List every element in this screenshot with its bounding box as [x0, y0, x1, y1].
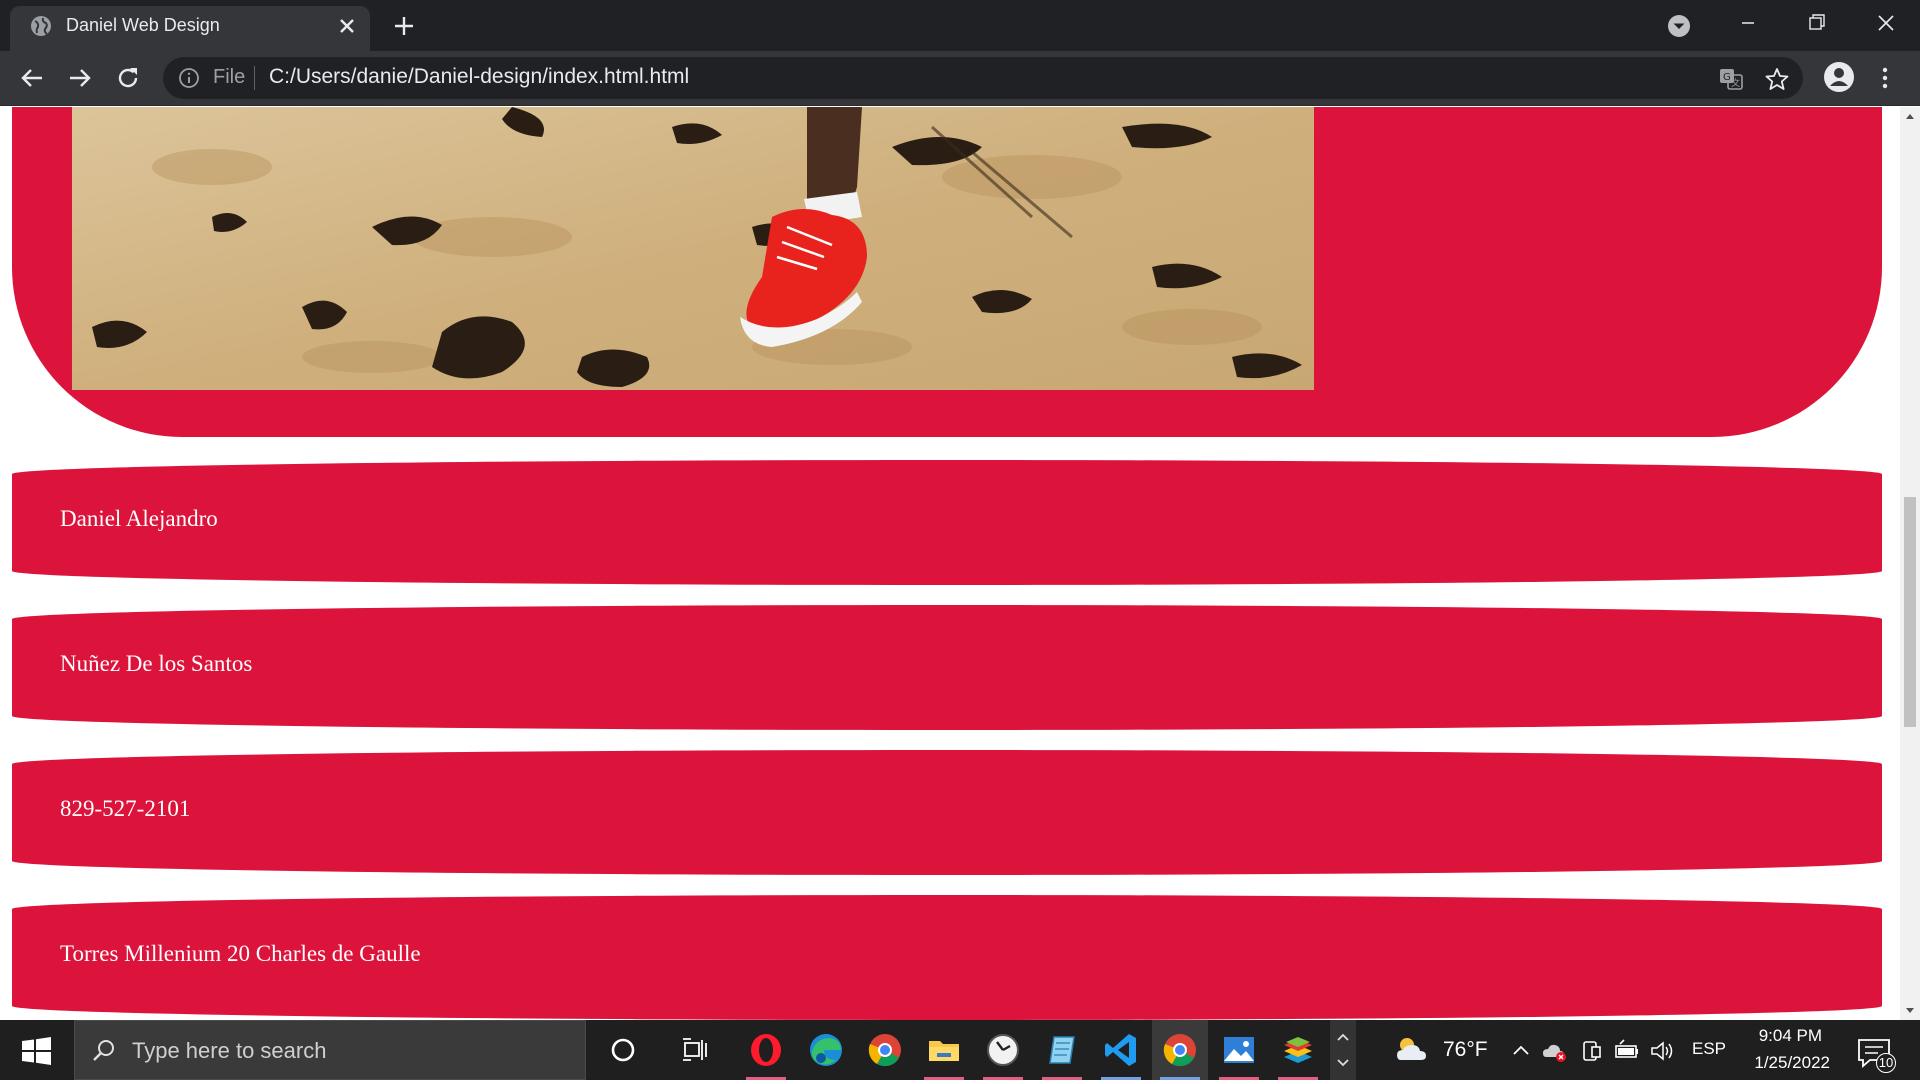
clock-app-icon[interactable]	[983, 1030, 1023, 1070]
edge-icon[interactable]	[806, 1030, 846, 1070]
runner-sneaker-image	[72, 107, 1314, 390]
bookmark-star-icon[interactable]	[1764, 66, 1790, 92]
browser-toolbar: File C:/Users/danie/Daniel-design/index.…	[0, 51, 1920, 106]
input-language[interactable]: ESP	[1692, 1039, 1726, 1059]
phone-text: 829-527-2101	[60, 796, 191, 821]
opera-icon[interactable]	[746, 1030, 786, 1070]
weather-partly-cloudy-icon[interactable]	[1393, 1034, 1429, 1064]
volume-icon[interactable]	[1649, 1038, 1675, 1064]
address-scheme-label: File	[213, 66, 246, 88]
windows-start-icon[interactable]	[14, 1036, 58, 1066]
first-name-text: Daniel Alejandro	[60, 506, 218, 531]
taskbar-overflow[interactable]	[1330, 1020, 1356, 1080]
restore-icon[interactable]	[1798, 8, 1834, 38]
close-window-icon[interactable]	[1868, 8, 1904, 38]
address-text: Torres Millenium 20 Charles de Gaulle	[60, 941, 421, 966]
taskbar-search-box[interactable]: Type here to search	[74, 1020, 586, 1080]
chrome-icon[interactable]	[865, 1030, 905, 1070]
page-viewport[interactable]: Daniel Alejandro Nuñez De los Santos 829…	[0, 107, 1900, 1020]
menu-kebab-icon[interactable]	[1875, 63, 1895, 93]
browser-tab[interactable]: Daniel Web Design	[10, 6, 370, 51]
onedrive-error-icon[interactable]	[1541, 1038, 1567, 1064]
browser-tab-strip: Daniel Web Design	[0, 0, 1920, 51]
scroll-thumb[interactable]	[1904, 497, 1916, 727]
weather-temperature[interactable]: 76°F	[1443, 1038, 1488, 1062]
profile-avatar-icon[interactable]	[1823, 61, 1855, 93]
svg-text:文: 文	[1731, 77, 1740, 89]
new-tab-icon[interactable]	[390, 12, 418, 40]
close-tab-icon[interactable]	[335, 14, 359, 38]
address-url[interactable]: C:/Users/danie/Daniel-design/index.html.…	[269, 65, 689, 89]
minimize-icon[interactable]	[1730, 8, 1766, 38]
windows-taskbar: Type here to search 76°F ESP 9:04 PM 1/2…	[0, 1020, 1920, 1080]
address-separator	[254, 66, 255, 90]
address-bar[interactable]: File C:/Users/danie/Daniel-design/index.…	[163, 57, 1803, 99]
tray-expand-chevron-icon[interactable]	[1508, 1038, 1534, 1064]
cortana-icon[interactable]	[603, 1030, 643, 1070]
vscode-icon[interactable]	[1101, 1030, 1141, 1070]
forward-arrow-icon[interactable]	[65, 63, 95, 93]
battery-icon[interactable]	[1614, 1038, 1640, 1064]
tab-search-icon[interactable]	[1665, 12, 1693, 40]
search-placeholder: Type here to search	[132, 1038, 327, 1063]
info-icon[interactable]	[178, 67, 200, 89]
svg-text:G: G	[1723, 72, 1731, 83]
globe-icon	[31, 16, 51, 36]
info-row-first-name: Daniel Alejandro	[12, 460, 1882, 585]
info-row-phone: 829-527-2101	[12, 750, 1882, 875]
back-arrow-icon[interactable]	[17, 63, 47, 93]
hero-card	[12, 107, 1882, 437]
reload-icon[interactable]	[113, 63, 143, 93]
clock-time[interactable]: 9:04 PM	[1752, 1026, 1822, 1046]
page-scrollbar[interactable]	[1900, 107, 1920, 1020]
overflow-chevron-icon[interactable]	[1330, 1020, 1356, 1080]
info-row-address: Torres Millenium 20 Charles de Gaulle	[12, 895, 1882, 1020]
notification-count-badge: 10	[1876, 1053, 1896, 1073]
scroll-down-arrow-icon[interactable]	[1900, 1000, 1920, 1020]
search-icon	[93, 1040, 114, 1061]
hero-photo	[72, 107, 1314, 390]
bluestacks-icon[interactable]	[1278, 1030, 1318, 1070]
photos-icon[interactable]	[1219, 1030, 1259, 1070]
info-row-last-name: Nuñez De los Santos	[12, 605, 1882, 730]
clock-date[interactable]: 1/25/2022	[1740, 1053, 1830, 1073]
file-explorer-icon[interactable]	[924, 1030, 964, 1070]
last-name-text: Nuñez De los Santos	[60, 651, 253, 676]
notepad-icon[interactable]	[1042, 1030, 1082, 1070]
scroll-up-arrow-icon[interactable]	[1900, 107, 1920, 127]
tab-title: Daniel Web Design	[66, 15, 220, 35]
chrome-active-icon[interactable]	[1160, 1030, 1200, 1070]
task-view-icon[interactable]	[676, 1030, 716, 1070]
translate-icon[interactable]: G 文	[1718, 66, 1744, 92]
device-connect-icon[interactable]	[1578, 1038, 1604, 1064]
